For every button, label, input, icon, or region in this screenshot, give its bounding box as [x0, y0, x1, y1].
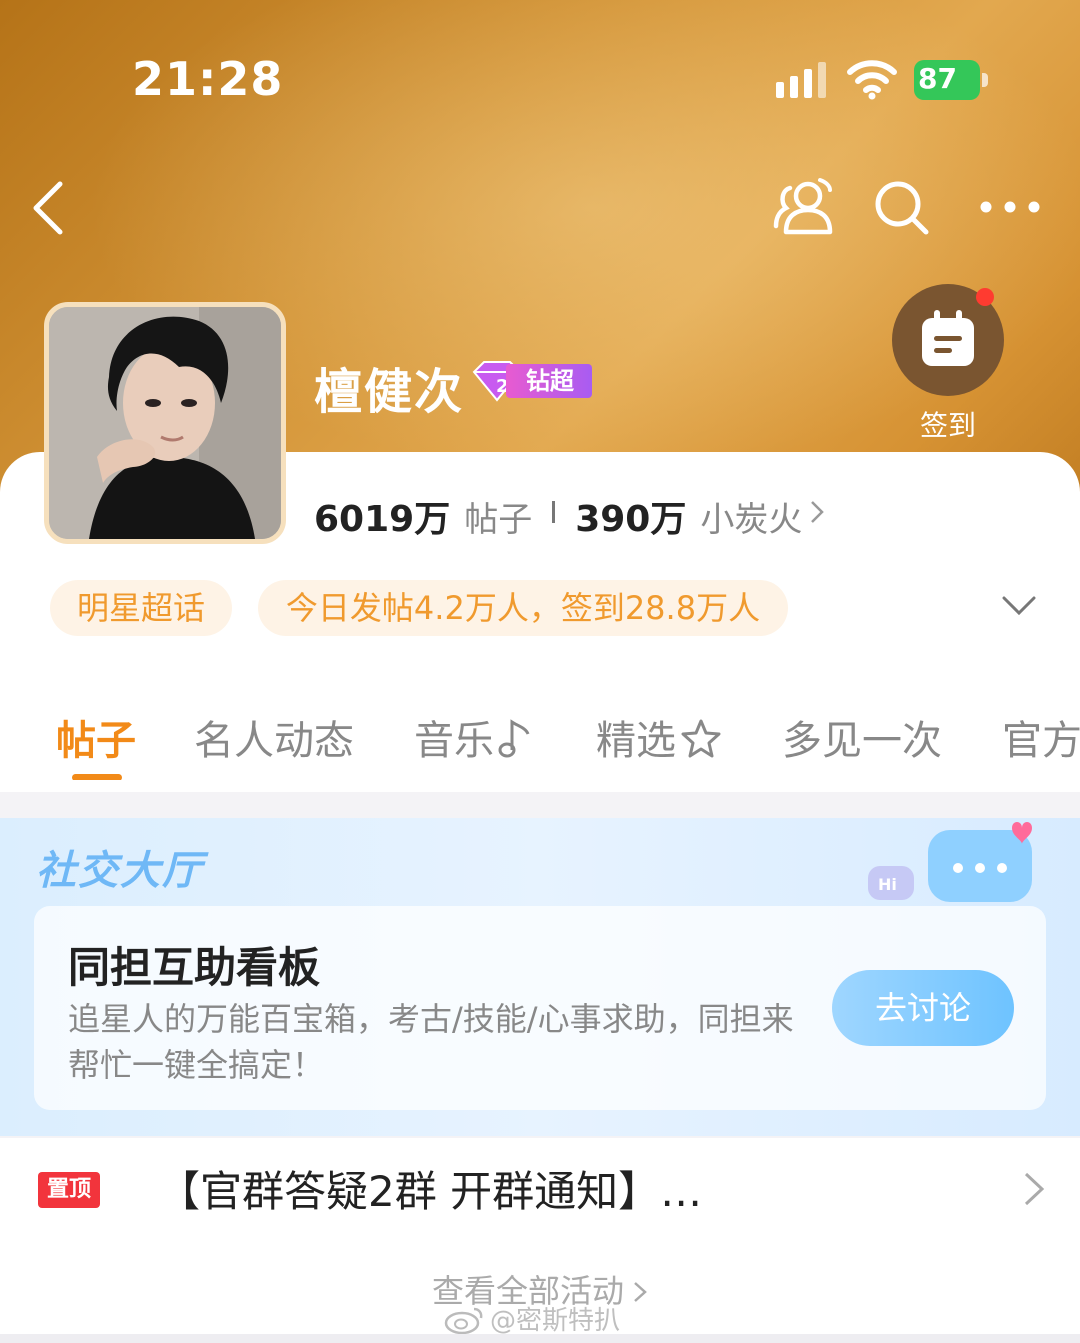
back-icon[interactable] — [28, 178, 72, 238]
tab-featured[interactable]: 精选 — [596, 708, 722, 766]
avatar-portrait — [49, 307, 281, 539]
tab-see-again[interactable]: 多见一次 — [782, 708, 942, 766]
signal-icon — [776, 62, 826, 98]
status-time: 21:28 — [132, 52, 284, 106]
fans-count: 390万 — [575, 499, 687, 540]
tab-music[interactable]: 音乐 — [414, 708, 532, 766]
weibo-logo-icon — [444, 1307, 483, 1335]
watermark-text: @密斯特扒 — [490, 1306, 621, 1336]
social-hall-title: 社交大厅 — [36, 848, 204, 894]
battery-indicator: 87 — [914, 60, 988, 100]
category-tag[interactable]: 明星超话 — [50, 580, 232, 636]
badge-label: 钻超 — [506, 364, 592, 398]
pinned-badge: 置顶 — [38, 1172, 100, 1208]
bottom-strip — [0, 1334, 1080, 1343]
chat-bubble-illustration: Hi — [868, 822, 1032, 902]
posts-count: 6019万 — [314, 499, 451, 540]
today-activity-tag[interactable]: 今日发帖4.2万人，签到28.8万人 — [258, 580, 788, 636]
checkin-button[interactable] — [892, 284, 1004, 396]
pinned-post-title[interactable]: 【官群答疑2群 开群通知】… — [158, 1158, 702, 1219]
topic-avatar[interactable] — [44, 302, 286, 544]
topic-tabs: 帖子 名人动态 音乐 精选 多见一次 官方 — [0, 700, 1080, 780]
tab-official[interactable]: 官方 — [1002, 708, 1080, 766]
checkin-label[interactable]: 签到 — [892, 404, 1004, 444]
music-note-icon — [498, 719, 530, 758]
star-icon — [681, 719, 721, 758]
fans-label: 小炭火 — [700, 500, 803, 540]
chevron-right-icon — [634, 1282, 647, 1302]
notification-dot — [976, 288, 994, 306]
active-tab-indicator — [72, 774, 122, 780]
battery-cap — [982, 73, 988, 87]
posts-label: 帖子 — [464, 500, 533, 540]
chevron-right-icon[interactable] — [1022, 1170, 1046, 1208]
tab-posts[interactable]: 帖子 — [56, 708, 136, 766]
topic-name: 檀健次 — [314, 364, 465, 420]
calendar-icon — [922, 310, 974, 366]
topic-stats[interactable]: 6019万 帖子 390万 小炭火 — [314, 490, 826, 540]
battery-level: 87 — [918, 62, 957, 95]
chevron-down-icon[interactable] — [1000, 592, 1038, 620]
tab-featured-label: 精选 — [596, 718, 676, 764]
more-icon[interactable] — [978, 196, 1042, 218]
mutual-help-description: 追星人的万能百宝箱，考古/技能/心事求助，同担来帮忙一键全搞定！ — [68, 1000, 794, 1084]
discuss-button[interactable]: 去讨论 — [832, 970, 1014, 1046]
stats-divider — [552, 501, 556, 523]
tab-music-label: 音乐 — [414, 718, 494, 764]
wifi-icon — [847, 60, 897, 100]
watermark: @密斯特扒 — [444, 1300, 620, 1337]
search-icon[interactable] — [872, 178, 932, 238]
mutual-help-title: 同担互助看板 — [68, 943, 321, 992]
group-chat-icon[interactable] — [772, 174, 836, 238]
tab-celebrity-updates[interactable]: 名人动态 — [194, 708, 354, 766]
chevron-right-icon — [811, 501, 825, 523]
super-topic-badge[interactable]: 2 钻超 — [470, 360, 592, 402]
bubble-hi-text: Hi — [878, 875, 897, 894]
